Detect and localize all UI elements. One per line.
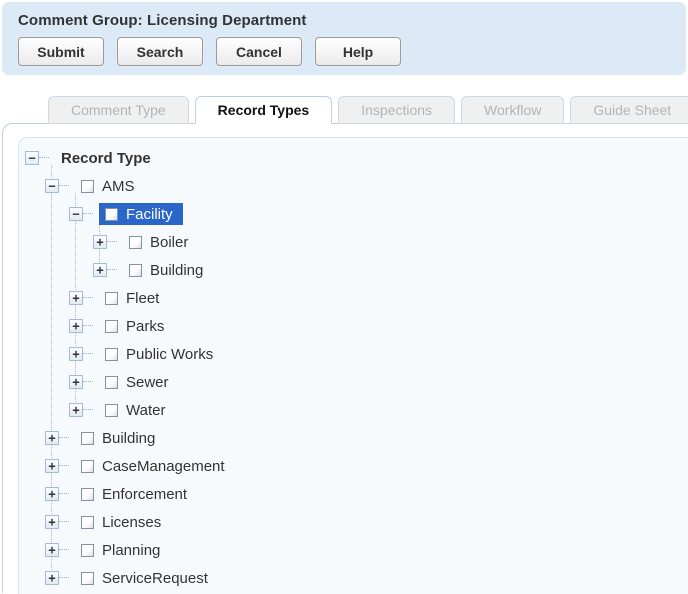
tab-comment-type[interactable]: Comment Type <box>48 96 189 124</box>
tree-row: + Sewer <box>19 368 688 396</box>
tree-row: + Boiler <box>19 228 688 256</box>
checkbox[interactable] <box>105 320 118 333</box>
record-types-panel: − Record Type − AMS − Facility <box>18 137 688 594</box>
expander-icon[interactable]: + <box>45 459 59 473</box>
tree-node-label[interactable]: AMS <box>102 178 135 195</box>
tree-node[interactable]: CaseManagement <box>75 455 235 477</box>
expander-icon[interactable]: − <box>25 151 39 165</box>
header: Comment Group: Licensing Department Subm… <box>2 2 686 75</box>
tree-node-label[interactable]: Facility <box>126 206 173 223</box>
tree-node-label[interactable]: CaseManagement <box>102 458 225 475</box>
tree-node-label[interactable]: Boiler <box>150 234 188 251</box>
checkbox[interactable] <box>81 516 94 529</box>
tree-node-label[interactable]: Parks <box>126 318 164 335</box>
expander-icon[interactable]: − <box>45 179 59 193</box>
tree-row: + Enforcement <box>19 480 688 508</box>
checkbox[interactable] <box>81 544 94 557</box>
tree-row: + Planning <box>19 536 688 564</box>
tree-node-label[interactable]: Licenses <box>102 514 161 531</box>
tree-row: + Licenses <box>19 508 688 536</box>
tree-node[interactable]: Building <box>75 427 165 449</box>
tree-node[interactable]: AMS <box>75 175 145 197</box>
tree-node[interactable]: Facility <box>99 203 183 225</box>
expander-icon[interactable]: + <box>69 375 83 389</box>
expander-icon[interactable]: + <box>45 487 59 501</box>
checkbox[interactable] <box>81 488 94 501</box>
tree-node[interactable]: Enforcement <box>75 483 197 505</box>
tab-content-panel: − Record Type − AMS − Facility <box>2 123 688 593</box>
tab-workflow[interactable]: Workflow <box>461 96 564 124</box>
tree-node-label[interactable]: Enforcement <box>102 486 187 503</box>
tree-node[interactable]: Public Works <box>99 343 223 365</box>
tab-record-types[interactable]: Record Types <box>195 96 333 124</box>
submit-button[interactable]: Submit <box>18 37 104 66</box>
tree-node[interactable]: Water <box>99 399 175 421</box>
expander-icon[interactable]: + <box>45 431 59 445</box>
tree-row: + ServiceRequest <box>19 564 688 592</box>
tree-node[interactable]: Parks <box>99 315 174 337</box>
tree-row: − AMS <box>19 172 688 200</box>
tree-node-label[interactable]: Public Works <box>126 346 213 363</box>
checkbox[interactable] <box>81 572 94 585</box>
expander-icon[interactable]: + <box>45 571 59 585</box>
tree-node-label[interactable]: Building <box>102 430 155 447</box>
tree-node-label[interactable]: Water <box>126 402 165 419</box>
expander-icon[interactable]: + <box>69 347 83 361</box>
expander-icon[interactable]: + <box>69 319 83 333</box>
tree-row: + Parks <box>19 312 688 340</box>
checkbox[interactable] <box>105 348 118 361</box>
checkbox[interactable] <box>105 376 118 389</box>
tree-node-label[interactable]: Building <box>150 262 203 279</box>
page-title: Comment Group: Licensing Department <box>18 12 670 29</box>
checkbox[interactable] <box>81 432 94 445</box>
tree-row: − Facility <box>19 200 688 228</box>
checkbox[interactable] <box>81 180 94 193</box>
search-button[interactable]: Search <box>117 37 203 66</box>
tree-node-label[interactable]: Sewer <box>126 374 169 391</box>
checkbox[interactable] <box>129 264 142 277</box>
tree-node[interactable]: Licenses <box>75 511 171 533</box>
expander-icon[interactable]: + <box>45 515 59 529</box>
tree-row: + Building <box>19 256 688 284</box>
tree-node-label[interactable]: Record Type <box>61 150 151 167</box>
tree-node[interactable]: Record Type <box>55 147 161 169</box>
tree-node[interactable]: Fleet <box>99 287 169 309</box>
button-row: Submit Search Cancel Help <box>18 37 670 66</box>
expander-icon[interactable]: + <box>45 543 59 557</box>
checkbox[interactable] <box>105 292 118 305</box>
tree-node-label[interactable]: Fleet <box>126 290 159 307</box>
checkbox[interactable] <box>105 208 118 221</box>
tree-node[interactable]: Planning <box>75 539 170 561</box>
checkbox[interactable] <box>105 404 118 417</box>
tree-node[interactable]: ServiceRequest <box>75 567 218 589</box>
tab-inspections[interactable]: Inspections <box>338 96 455 124</box>
tree-node[interactable]: Sewer <box>99 371 179 393</box>
expander-icon[interactable]: + <box>69 403 83 417</box>
tab-guide-sheet[interactable]: Guide Sheet <box>570 96 688 124</box>
cancel-button[interactable]: Cancel <box>216 37 302 66</box>
tree-row: − Record Type <box>19 144 688 172</box>
tree-row: + Building <box>19 424 688 452</box>
expander-icon[interactable]: + <box>69 291 83 305</box>
checkbox[interactable] <box>81 460 94 473</box>
checkbox[interactable] <box>129 236 142 249</box>
tree-row: + Water <box>19 396 688 424</box>
tree-node-label[interactable]: ServiceRequest <box>102 570 208 587</box>
expander-icon[interactable]: + <box>93 263 107 277</box>
expander-icon[interactable]: + <box>93 235 107 249</box>
tree-node[interactable]: Building <box>123 259 213 281</box>
tree-node[interactable]: Boiler <box>123 231 198 253</box>
tree-row: + Public Works <box>19 340 688 368</box>
tree-row: + Fleet <box>19 284 688 312</box>
tab-bar: Comment TypeRecord TypesInspectionsWorkf… <box>0 96 688 123</box>
tree-node-label[interactable]: Planning <box>102 542 160 559</box>
help-button[interactable]: Help <box>315 37 401 66</box>
tree-row: + CaseManagement <box>19 452 688 480</box>
expander-icon[interactable]: − <box>69 207 83 221</box>
record-type-tree: − Record Type − AMS − Facility <box>19 138 688 594</box>
